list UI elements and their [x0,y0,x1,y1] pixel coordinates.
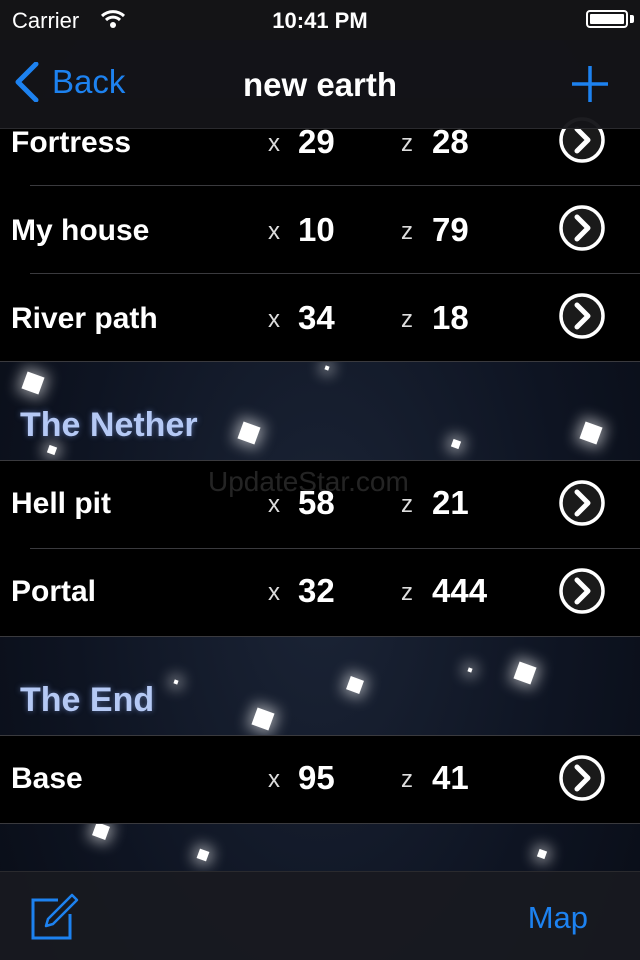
navigation-bar: Back new earth [0,40,640,129]
page-title: new earth [242,66,398,103]
section-title: The End [20,681,155,719]
z-value: 444 [432,572,488,609]
map-button[interactable]: Map [528,900,588,936]
list-item[interactable]: River path x 34 z 18 [0,274,640,362]
section-header-the-nether: The Nether [0,362,640,461]
snow-flake [92,822,110,840]
status-bar: Carrier 10:41 PM [0,0,640,40]
x-label: x [268,766,280,793]
list-item[interactable]: Portal x 32 z 444 [0,549,640,637]
row-separator [0,823,640,824]
location-name: Base [11,762,83,795]
z-value: 41 [432,759,469,796]
z-label: z [401,306,413,333]
disclosure-arrow-icon[interactable] [558,479,606,527]
disclosure-arrow-icon[interactable] [558,567,606,615]
location-name: River path [11,302,158,335]
section-title: The Nether [20,406,198,444]
plus-icon[interactable] [570,64,610,104]
x-label: x [268,130,280,157]
list-item[interactable]: Base x 95 z 41 [0,736,640,824]
z-value: 79 [432,211,469,248]
x-label: x [268,218,280,245]
location-name: Portal [11,575,97,608]
x-label: x [268,306,280,333]
watermark-text: UpdateStar.com [208,466,409,497]
disclosure-arrow-icon[interactable] [558,292,606,340]
x-value: 34 [298,299,335,336]
x-value: 10 [298,211,335,248]
x-label: x [268,579,280,606]
location-name: My house [11,214,150,247]
z-label: z [401,579,413,606]
snow-flake [536,848,548,860]
status-time: 10:41 PM [272,8,368,33]
list-item[interactable]: My house x 10 z 79 [0,186,640,274]
bottom-toolbar: Map [0,871,640,960]
battery-icon [586,10,628,28]
z-label: z [401,218,413,245]
battery-tip [630,15,634,23]
section-header-the-end: The End [0,637,640,736]
disclosure-arrow-icon[interactable] [558,204,606,252]
disclosure-arrow-icon[interactable] [558,754,606,802]
x-value: 32 [298,572,335,609]
z-label: z [401,130,413,157]
z-value: 21 [432,484,469,521]
z-label: z [401,766,413,793]
x-value: 95 [298,759,335,796]
location-name: Hell pit [11,487,112,520]
compose-icon[interactable] [30,892,80,940]
z-value: 18 [432,299,469,336]
location-name: Fortress [11,126,132,159]
snow-flake [196,848,210,862]
